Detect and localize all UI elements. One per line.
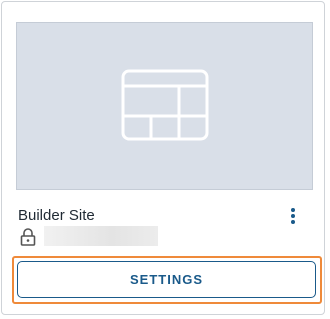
more-vertical-icon — [291, 208, 295, 224]
layout-template-icon — [121, 69, 209, 141]
site-thumbnail[interactable] — [16, 22, 313, 190]
more-options-button[interactable] — [283, 207, 303, 227]
lock-icon — [20, 228, 36, 246]
redacted-url — [44, 226, 158, 246]
site-name: Builder Site — [18, 207, 95, 224]
site-card: Builder Site SETTINGS — [1, 1, 325, 315]
settings-button[interactable]: SETTINGS — [17, 261, 316, 298]
